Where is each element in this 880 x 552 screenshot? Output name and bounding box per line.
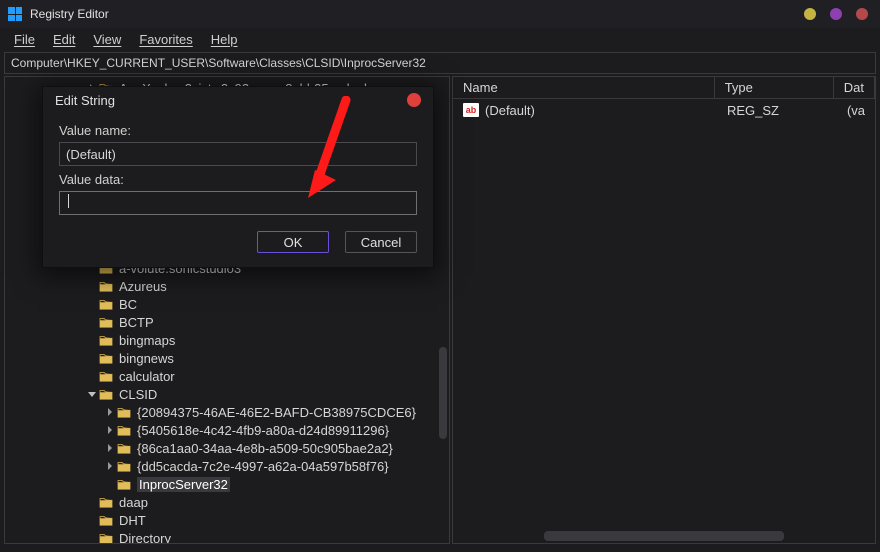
tree-item-label: Azureus xyxy=(119,279,167,294)
caret-none xyxy=(85,495,99,509)
tree-item[interactable]: daap xyxy=(5,493,449,511)
folder-icon xyxy=(99,279,113,293)
folder-icon xyxy=(99,513,113,527)
caret-down-icon[interactable] xyxy=(85,387,99,401)
cell-name: (Default) xyxy=(453,103,717,118)
tree-item-label: {dd5cacda-7c2e-4997-a62a-04a597b58f76} xyxy=(137,459,389,474)
folder-icon xyxy=(117,477,131,491)
caret-right-icon[interactable] xyxy=(103,423,117,437)
tree-item-label: {5405618e-4c42-4fb9-a80a-d24d89911296} xyxy=(137,423,389,438)
window-controls xyxy=(804,8,868,20)
column-type[interactable]: Type xyxy=(715,77,834,98)
list-h-scrollbar[interactable] xyxy=(544,531,784,541)
menu-help[interactable]: Help xyxy=(203,30,246,49)
list-row[interactable]: (Default)REG_SZ(va xyxy=(453,99,875,121)
folder-icon xyxy=(117,423,131,437)
tree-item[interactable]: BC xyxy=(5,295,449,313)
tree-item[interactable]: {dd5cacda-7c2e-4997-a62a-04a597b58f76} xyxy=(5,457,449,475)
list-body: (Default)REG_SZ(va xyxy=(453,99,875,121)
status-bar xyxy=(0,544,880,552)
caret-right-icon[interactable] xyxy=(103,405,117,419)
tree-item-label: bingnews xyxy=(119,351,174,366)
tree-item[interactable]: BCTP xyxy=(5,313,449,331)
tree-item-label: CLSID xyxy=(119,387,157,402)
tree-item[interactable]: {86ca1aa0-34aa-4e8b-a509-50c905bae2a2} xyxy=(5,439,449,457)
tree-item-label: Directory xyxy=(119,531,171,544)
menu-view[interactable]: View xyxy=(85,30,129,49)
tree-item[interactable]: bingmaps xyxy=(5,331,449,349)
folder-icon xyxy=(99,315,113,329)
tree-item-label: InprocServer32 xyxy=(137,477,230,492)
value-name-label: Value name: xyxy=(59,123,417,138)
tree-item-label: daap xyxy=(119,495,148,510)
tree-item[interactable]: {20894375-46AE-46E2-BAFD-CB38975CDCE6} xyxy=(5,403,449,421)
value-data-label: Value data: xyxy=(59,172,417,187)
menu-favorites[interactable]: Favorites xyxy=(131,30,200,49)
column-data[interactable]: Dat xyxy=(834,77,875,98)
edit-string-dialog: Edit String Value name: Value data: OK C… xyxy=(42,86,434,268)
caret-none xyxy=(85,297,99,311)
tree-item[interactable]: {5405618e-4c42-4fb9-a80a-d24d89911296} xyxy=(5,421,449,439)
ok-button[interactable]: OK xyxy=(257,231,329,253)
caret-none xyxy=(85,333,99,347)
caret-right-icon[interactable] xyxy=(103,459,117,473)
tree-item[interactable]: Directory xyxy=(5,529,449,543)
caret-none xyxy=(85,531,99,543)
window-title-bar: Registry Editor xyxy=(0,0,880,28)
tree-item-label: calculator xyxy=(119,369,175,384)
folder-icon xyxy=(99,369,113,383)
value-name-input[interactable] xyxy=(59,142,417,166)
list-header: Name Type Dat xyxy=(453,77,875,99)
tree-item[interactable]: CLSID xyxy=(5,385,449,403)
tree-item-label: BC xyxy=(119,297,137,312)
tree-item-label: {86ca1aa0-34aa-4e8b-a509-50c905bae2a2} xyxy=(137,441,393,456)
close-button[interactable] xyxy=(856,8,868,20)
menu-file[interactable]: File xyxy=(6,30,43,49)
folder-icon xyxy=(117,405,131,419)
caret-none xyxy=(85,513,99,527)
dialog-title: Edit String xyxy=(55,93,115,108)
tree-scrollbar[interactable] xyxy=(439,347,447,439)
caret-none xyxy=(85,369,99,383)
caret-none xyxy=(85,315,99,329)
tree-item[interactable]: InprocServer32 xyxy=(5,475,449,493)
menu-edit[interactable]: Edit xyxy=(45,30,83,49)
window-title: Registry Editor xyxy=(30,7,109,21)
tree-item-label: bingmaps xyxy=(119,333,175,348)
text-cursor-icon xyxy=(68,194,69,208)
menu-bar: File Edit View Favorites Help xyxy=(0,28,880,50)
folder-icon xyxy=(99,297,113,311)
cancel-button[interactable]: Cancel xyxy=(345,231,417,253)
folder-icon xyxy=(99,351,113,365)
tree-item[interactable]: Azureus xyxy=(5,277,449,295)
caret-none xyxy=(85,279,99,293)
caret-right-icon[interactable] xyxy=(103,441,117,455)
tree-item-label: BCTP xyxy=(119,315,154,330)
string-value-icon xyxy=(463,103,479,117)
folder-icon xyxy=(99,387,113,401)
dialog-close-button[interactable] xyxy=(407,93,421,107)
value-data-input[interactable] xyxy=(59,191,417,215)
folder-icon xyxy=(117,441,131,455)
caret-none xyxy=(103,477,117,491)
tree-item[interactable]: DHT xyxy=(5,511,449,529)
folder-icon xyxy=(99,531,113,543)
column-name[interactable]: Name xyxy=(453,77,715,98)
dialog-title-bar[interactable]: Edit String xyxy=(43,87,433,113)
list-pane: Name Type Dat (Default)REG_SZ(va xyxy=(452,76,876,544)
tree-item[interactable]: bingnews xyxy=(5,349,449,367)
tree-item[interactable]: calculator xyxy=(5,367,449,385)
tree-item-label: DHT xyxy=(119,513,146,528)
minimize-button[interactable] xyxy=(804,8,816,20)
app-icon xyxy=(8,7,22,21)
folder-icon xyxy=(99,495,113,509)
maximize-button[interactable] xyxy=(830,8,842,20)
caret-none xyxy=(85,351,99,365)
cell-type: REG_SZ xyxy=(717,103,837,118)
tree-item-label: {20894375-46AE-46E2-BAFD-CB38975CDCE6} xyxy=(137,405,416,420)
folder-icon xyxy=(117,459,131,473)
address-bar[interactable]: Computer\HKEY_CURRENT_USER\Software\Clas… xyxy=(4,52,876,74)
folder-icon xyxy=(99,333,113,347)
cell-data: (va xyxy=(837,103,875,118)
